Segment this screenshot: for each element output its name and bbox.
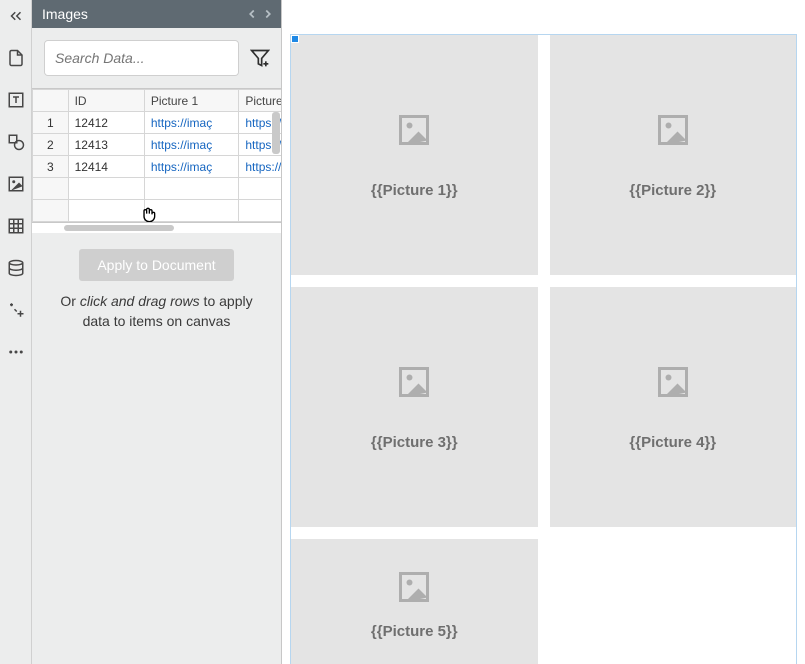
card-label: {{Picture 3}} — [371, 434, 458, 451]
canvas[interactable]: {{Picture 1}} {{Picture 2}} {{Picture 3}… — [282, 0, 805, 664]
card-label: {{Picture 1}} — [371, 182, 458, 199]
text-icon[interactable] — [6, 90, 26, 110]
col-p1[interactable]: Picture 1 — [144, 90, 239, 112]
search-input[interactable] — [45, 41, 239, 75]
col-id[interactable]: ID — [68, 90, 144, 112]
card-label: {{Picture 5}} — [371, 623, 458, 640]
panel-nav — [245, 7, 275, 21]
col-rownum — [33, 90, 69, 112]
image-icon[interactable] — [6, 174, 26, 194]
table-row[interactable]: 2 12413 https://imaç https://imaç https:… — [33, 134, 282, 156]
table-icon[interactable] — [6, 216, 26, 236]
apply-button[interactable]: Apply to Document — [79, 249, 233, 281]
more-icon[interactable] — [6, 342, 26, 362]
customize-icon[interactable] — [6, 300, 26, 320]
table-row — [33, 178, 282, 200]
card-5[interactable]: {{Picture 5}} — [291, 539, 538, 664]
card-4[interactable]: {{Picture 4}} — [550, 287, 797, 527]
filter-button[interactable] — [249, 47, 271, 69]
search-row — [32, 28, 281, 88]
table-header-row: ID Picture 1 Picture 2 Pictu — [33, 90, 282, 112]
card-2[interactable]: {{Picture 2}} — [550, 35, 797, 275]
hint-text: Or click and drag rows to apply data to … — [32, 291, 281, 332]
data-icon[interactable] — [6, 258, 26, 278]
panel-title: Images — [42, 6, 88, 22]
col-p2[interactable]: Picture 2 — [239, 90, 281, 112]
table-row[interactable]: 1 12412 https://imaç https://imaç https:… — [33, 112, 282, 134]
icon-rail — [0, 0, 32, 664]
search-wrap — [44, 40, 239, 76]
shape-icon[interactable] — [6, 132, 26, 152]
card-3[interactable]: {{Picture 3}} — [291, 287, 538, 527]
repeat-grid[interactable]: {{Picture 1}} {{Picture 2}} {{Picture 3}… — [290, 34, 797, 664]
collapse-icon[interactable] — [6, 6, 26, 26]
table-row[interactable]: 3 12414 https://imaç https://imaç https:… — [33, 156, 282, 178]
hscroll-track[interactable] — [32, 223, 281, 233]
data-panel: Images ID — [32, 0, 282, 664]
card-label: {{Picture 4}} — [629, 434, 716, 451]
next-source-icon[interactable] — [261, 7, 275, 21]
panel-header: Images — [32, 0, 281, 28]
document-icon[interactable] — [6, 48, 26, 68]
table-row — [33, 200, 282, 222]
vscroll-thumb[interactable] — [272, 112, 280, 154]
card-label: {{Picture 2}} — [629, 182, 716, 199]
card-1[interactable]: {{Picture 1}} — [291, 35, 538, 275]
prev-source-icon[interactable] — [245, 7, 259, 21]
hscroll-thumb[interactable] — [64, 225, 174, 231]
data-table[interactable]: ID Picture 1 Picture 2 Pictu 1 12412 htt… — [32, 88, 281, 223]
